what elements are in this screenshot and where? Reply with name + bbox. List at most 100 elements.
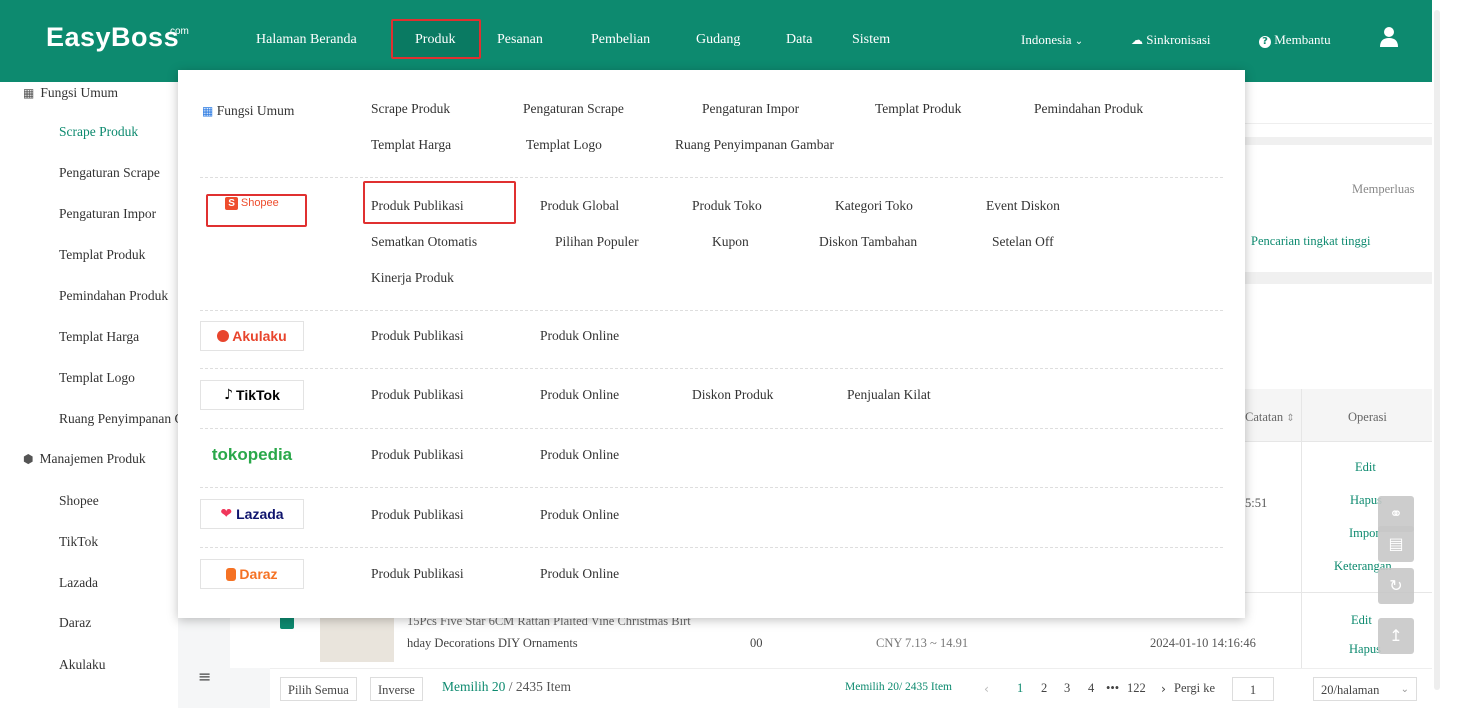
menu-shopee-produk-global[interactable]: Produk Global: [540, 198, 619, 214]
sidebar-item-pengaturan-impor[interactable]: Pengaturan Impor: [59, 206, 178, 222]
sidebar-item-templat-harga[interactable]: Templat Harga: [59, 329, 178, 345]
back-to-top-icon[interactable]: ↥: [1378, 618, 1414, 654]
feedback-icon[interactable]: ▤: [1378, 526, 1414, 562]
menu-daraz-produk-online[interactable]: Produk Online: [540, 566, 619, 582]
sidebar-group-general[interactable]: ▦ Fungsi Umum: [23, 85, 118, 101]
page-last[interactable]: 122: [1127, 681, 1146, 696]
sidebar-item-daraz[interactable]: Daraz: [59, 615, 178, 631]
menu-templat-produk[interactable]: Templat Produk: [875, 101, 961, 117]
menu-divider: [200, 368, 1223, 369]
sidebar-item-templat-logo[interactable]: Templat Logo: [59, 370, 178, 386]
menu-group-label: Fungsi Umum: [216, 103, 295, 118]
page-size-select[interactable]: 20/halaman ⌄: [1313, 677, 1417, 701]
goto-page-input[interactable]: 1: [1232, 677, 1274, 701]
menu-shopee-event-diskon[interactable]: Event Diskon: [986, 198, 1060, 214]
page-4[interactable]: 4: [1088, 681, 1094, 696]
menu-shopee-pilihan-populer[interactable]: Pilihan Populer: [555, 234, 639, 250]
menu-shopee-setelan-off[interactable]: Setelan Off: [992, 234, 1054, 250]
daraz-logo: Daraz: [200, 559, 304, 589]
menu-akulaku-produk-online[interactable]: Produk Online: [540, 328, 619, 344]
tokopedia-logo: tokopedia: [200, 440, 304, 470]
row1-edit-link[interactable]: Edit: [1355, 460, 1376, 475]
menu-tiktok-penjualan-kilat[interactable]: Penjualan Kilat: [847, 387, 931, 403]
nav-pesanan[interactable]: Pesanan: [497, 32, 543, 48]
sidebar-item-pemindahan-produk[interactable]: Pemindahan Produk: [59, 288, 178, 304]
inverse-button[interactable]: Inverse: [370, 677, 423, 701]
menu-daraz-produk-publikasi[interactable]: Produk Publikasi: [371, 566, 464, 582]
menu-ruang-penyimpanan-gambar[interactable]: Ruang Penyimpanan Gambar: [675, 137, 834, 153]
sidebar-item-shopee[interactable]: Shopee: [59, 493, 178, 509]
menu-divider: [200, 547, 1223, 548]
page-1[interactable]: 1: [1017, 681, 1023, 696]
menu-scrape-produk[interactable]: Scrape Produk: [371, 101, 450, 117]
column-header-operasi: Operasi: [1348, 410, 1387, 424]
question-icon: ?: [1259, 36, 1271, 48]
sidebar-item-akulaku[interactable]: Akulaku: [59, 657, 178, 673]
nav-sistem[interactable]: Sistem: [852, 32, 890, 48]
row2-title-line2[interactable]: hday Decorations DIY Ornaments: [407, 636, 578, 651]
nav-gudang[interactable]: Gudang: [696, 32, 740, 48]
menu-shopee-produk-publikasi[interactable]: Produk Publikasi: [371, 198, 464, 214]
sidebar-item-scrape-produk[interactable]: Scrape Produk: [59, 124, 178, 140]
row2-edit-link[interactable]: Edit: [1351, 613, 1372, 628]
advanced-search-link[interactable]: Pencarian tingkat tinggi: [1251, 234, 1370, 249]
menu-shopee-sematkan-otomatis[interactable]: Sematkan Otomatis: [371, 234, 477, 250]
menu-pemindahan-produk[interactable]: Pemindahan Produk: [1034, 101, 1143, 117]
menu-pengaturan-impor[interactable]: Pengaturan Impor: [702, 101, 799, 117]
selection-count-number: Memilih 20: [442, 679, 506, 694]
next-page-icon[interactable]: ›: [1161, 681, 1166, 696]
cube-icon: ⬢: [23, 452, 34, 466]
menu-divider: [200, 487, 1223, 488]
menu-shopee-diskon-tambahan[interactable]: Diskon Tambahan: [819, 234, 917, 250]
menu-tiktok-produk-publikasi[interactable]: Produk Publikasi: [371, 387, 464, 403]
menu-collapse-icon[interactable]: ≡: [198, 667, 211, 686]
nav-pembelian[interactable]: Pembelian: [591, 32, 650, 48]
menu-tiktok-diskon-produk[interactable]: Diskon Produk: [692, 387, 773, 403]
menu-shopee-kategori-toko[interactable]: Kategori Toko: [835, 198, 913, 214]
menu-shopee-kinerja-produk[interactable]: Kinerja Produk: [371, 270, 454, 286]
page-2[interactable]: 2: [1041, 681, 1047, 696]
select-all-button[interactable]: Pilih Semua: [280, 677, 357, 701]
region-select[interactable]: Indonesia ⌄: [1021, 32, 1083, 48]
row1-import-link[interactable]: Impor: [1349, 526, 1380, 541]
nav-produk[interactable]: Produk: [415, 32, 455, 48]
tiktok-logo-text: TikTok: [236, 387, 280, 403]
nav-home[interactable]: Halaman Beranda: [256, 32, 357, 48]
sidebar-group-manajemen[interactable]: ⬢ Manajemen Produk: [23, 451, 146, 467]
produk-mega-menu: ▦ Fungsi Umum Scrape Produk Pengaturan S…: [178, 70, 1245, 618]
sort-icon[interactable]: ⇕: [1286, 413, 1294, 424]
menu-tokopedia-produk-publikasi[interactable]: Produk Publikasi: [371, 447, 464, 463]
page-size-value: 20/halaman: [1321, 683, 1380, 697]
nav-data[interactable]: Data: [786, 32, 812, 48]
user-icon[interactable]: [1379, 26, 1399, 48]
sidebar-item-lazada[interactable]: Lazada: [59, 575, 178, 591]
menu-tiktok-produk-online[interactable]: Produk Online: [540, 387, 619, 403]
page-scrollbar[interactable]: [1434, 10, 1440, 690]
menu-templat-harga[interactable]: Templat Harga: [371, 137, 451, 153]
sync-button[interactable]: ☁ Sinkronisasi: [1131, 32, 1211, 48]
grid-icon: ▦: [202, 104, 214, 118]
expand-link[interactable]: Memperluas: [1352, 182, 1414, 197]
sidebar-item-templat-produk[interactable]: Templat Produk: [59, 247, 178, 263]
logo[interactable]: EasyBoss: [46, 22, 179, 53]
row2-delete-link[interactable]: Hapus: [1349, 642, 1381, 657]
lazada-logo-text: Lazada: [236, 506, 284, 522]
menu-shopee-produk-toko[interactable]: Produk Toko: [692, 198, 762, 214]
sidebar-item-ruang-penyimpanan[interactable]: Ruang Penyimpanan Gambar: [59, 411, 178, 427]
main-content-right: Memperluas Pencarian tingkat tinggi Cata…: [1245, 82, 1432, 708]
menu-lazada-produk-publikasi[interactable]: Produk Publikasi: [371, 507, 464, 523]
refresh-icon[interactable]: ↻: [1378, 568, 1414, 604]
menu-templat-logo[interactable]: Templat Logo: [526, 137, 602, 153]
page-ellipsis[interactable]: •••: [1106, 681, 1119, 696]
menu-akulaku-produk-publikasi[interactable]: Produk Publikasi: [371, 328, 464, 344]
page-3[interactable]: 3: [1064, 681, 1070, 696]
prev-page-icon[interactable]: ‹: [984, 681, 989, 696]
menu-lazada-produk-online[interactable]: Produk Online: [540, 507, 619, 523]
menu-pengaturan-scrape[interactable]: Pengaturan Scrape: [523, 101, 624, 117]
menu-tokopedia-produk-online[interactable]: Produk Online: [540, 447, 619, 463]
sidebar-item-tiktok[interactable]: TikTok: [59, 534, 178, 550]
menu-shopee-kupon[interactable]: Kupon: [712, 234, 749, 250]
product-thumbnail[interactable]: [320, 612, 394, 662]
sidebar-item-pengaturan-scrape[interactable]: Pengaturan Scrape: [59, 165, 178, 181]
help-button[interactable]: ? Membantu: [1259, 32, 1331, 48]
